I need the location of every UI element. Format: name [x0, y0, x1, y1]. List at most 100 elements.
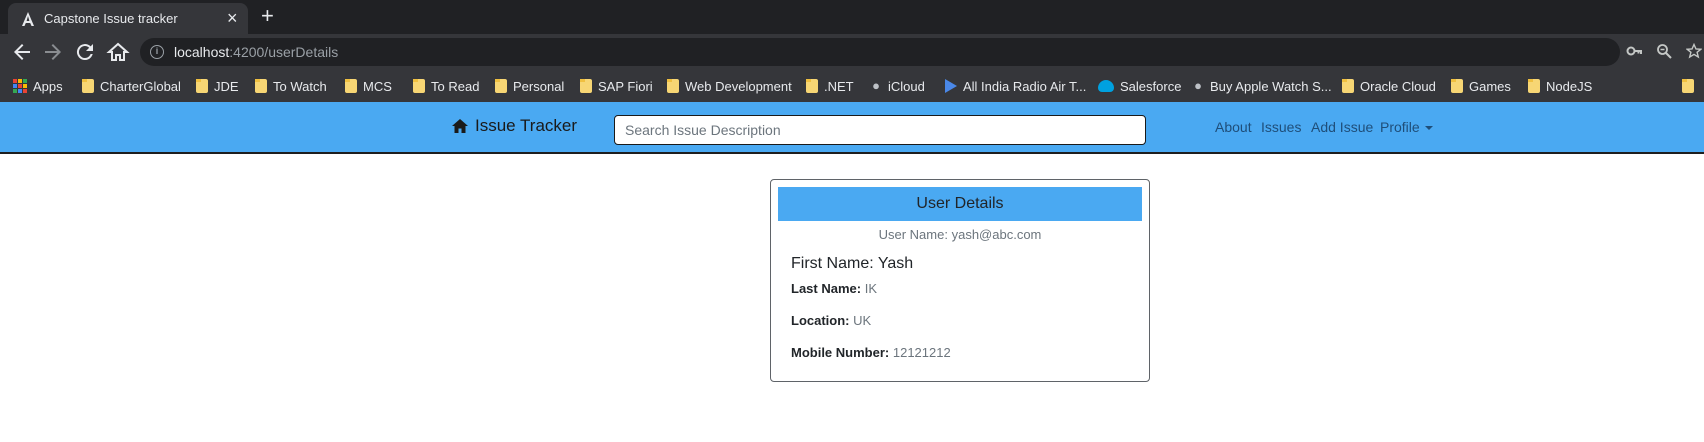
reload-icon[interactable]	[73, 40, 97, 64]
card-header: User Details	[778, 187, 1142, 221]
bookmark-label: Personal	[513, 78, 565, 94]
folder-icon	[255, 79, 267, 93]
bookmark-folder-sap-fiori[interactable]: SAP Fiori	[580, 77, 653, 95]
bookmark-folder-games[interactable]: Games	[1451, 77, 1511, 95]
folder-icon	[1451, 79, 1463, 93]
bookmarks-bar: Apps CharterGlobal JDE To Watch MCS To R…	[0, 70, 1704, 102]
first-name-value: Yash	[877, 255, 914, 272]
angular-favicon-icon	[22, 12, 34, 26]
nav-link-add-issue[interactable]: Add Issue	[1311, 119, 1373, 135]
bookmark-label: To Watch	[273, 78, 327, 94]
bookmark-label: MCS	[363, 78, 392, 94]
bookmark-label: .NET	[824, 78, 854, 94]
star-bookmark-icon[interactable]	[1685, 42, 1703, 64]
bookmark-overflow-folder[interactable]	[1682, 77, 1694, 95]
zoom-icon[interactable]	[1656, 43, 1672, 64]
last-name-label: Last Name:	[791, 281, 862, 296]
bookmark-folder-jde[interactable]: JDE	[196, 77, 239, 95]
browser-toolbar: i localhost:4200/userDetails	[0, 34, 1704, 70]
bookmark-label: All India Radio Air T...	[963, 78, 1087, 94]
bookmark-folder-personal[interactable]: Personal	[495, 77, 564, 95]
home-icon	[452, 119, 468, 133]
folder-icon	[82, 79, 94, 93]
folder-icon	[806, 79, 818, 93]
last-name-value: IK	[864, 281, 877, 296]
folder-icon	[345, 79, 357, 93]
bookmark-folder-oracle-cloud[interactable]: Oracle Cloud	[1342, 77, 1436, 95]
bookmark-label: Salesforce	[1120, 78, 1182, 94]
mobile-row: Mobile Number: 12121212	[791, 345, 951, 360]
mobile-label: Mobile Number:	[791, 345, 890, 360]
bookmark-folder-nodejs[interactable]: NodeJS	[1528, 77, 1592, 95]
folder-icon	[495, 79, 507, 93]
profile-label: Profile	[1380, 119, 1420, 135]
last-name-row: Last Name: IK	[791, 281, 877, 296]
bookmark-label: Buy Apple Watch S...	[1210, 78, 1332, 94]
bookmark-label: Apps	[33, 78, 63, 94]
bookmark-label: SAP Fiori	[598, 78, 653, 94]
bookmark-folder-mcs[interactable]: MCS	[345, 77, 392, 95]
bookmark-folder-to-watch[interactable]: To Watch	[255, 77, 327, 95]
bookmark-folder-web-development[interactable]: Web Development	[667, 77, 792, 95]
browser-tab-active[interactable]: Capstone Issue tracker ×	[8, 3, 248, 34]
folder-icon	[667, 79, 679, 93]
url-path: :4200/userDetails	[229, 44, 339, 60]
bookmark-label: JDE	[214, 78, 239, 94]
search-input[interactable]	[614, 115, 1146, 145]
navbar-brand[interactable]: Issue Tracker	[451, 116, 577, 136]
user-name-label: User Name:	[878, 227, 948, 242]
bookmark-label: Oracle Cloud	[1360, 78, 1436, 94]
forward-arrow-icon[interactable]	[41, 40, 65, 64]
bookmark-folder-charterglobal[interactable]: CharterGlobal	[82, 77, 181, 95]
bookmark-buy-apple-watch[interactable]: ● Buy Apple Watch S...	[1192, 77, 1332, 95]
brand-label: Issue Tracker	[475, 116, 578, 135]
bookmark-label: iCloud	[888, 78, 925, 94]
apple-icon: ●	[1194, 78, 1202, 93]
tab-close-icon[interactable]: ×	[227, 9, 238, 27]
tab-title: Capstone Issue tracker	[44, 11, 178, 26]
location-label: Location:	[791, 313, 850, 328]
bookmark-folder-dotnet[interactable]: .NET	[806, 77, 854, 95]
url-host: localhost	[174, 44, 230, 60]
location-row: Location: UK	[791, 313, 871, 328]
bookmark-folder-to-read[interactable]: To Read	[413, 77, 479, 95]
first-name-label: First Name:	[791, 255, 874, 272]
bookmark-label: Web Development	[685, 78, 792, 94]
bookmark-label: NodeJS	[1546, 78, 1593, 94]
nav-link-issues[interactable]: Issues	[1261, 119, 1301, 135]
mobile-value: 12121212	[892, 345, 951, 360]
bookmark-label: CharterGlobal	[100, 78, 181, 94]
browser-tabstrip: Capstone Issue tracker × +	[0, 0, 1704, 34]
app-navbar: Issue Tracker About Issues Add Issue Pro…	[0, 102, 1704, 154]
salesforce-cloud-icon	[1098, 80, 1114, 92]
bookmark-icloud[interactable]: ● iCloud	[870, 77, 925, 95]
nav-link-about[interactable]: About	[1215, 119, 1252, 135]
nav-link-profile-dropdown[interactable]: Profile	[1380, 119, 1433, 135]
home-icon[interactable]	[106, 40, 130, 64]
bookmark-all-india-radio[interactable]: All India Radio Air T...	[945, 77, 1086, 95]
apps-grid-icon	[13, 79, 27, 93]
first-name-line: First Name: Yash	[791, 255, 913, 273]
folder-icon	[580, 79, 592, 93]
url-text: localhost:4200/userDetails	[174, 44, 338, 60]
folder-icon	[1528, 79, 1540, 93]
folder-icon	[1342, 79, 1354, 93]
bookmark-apps[interactable]: Apps	[13, 77, 63, 95]
back-arrow-icon[interactable]	[10, 40, 34, 64]
caret-down-icon	[1424, 126, 1433, 131]
folder-icon	[413, 79, 425, 93]
new-tab-button[interactable]: +	[261, 4, 274, 28]
user-details-card: User Details User Name: yash@abc.com Fir…	[770, 179, 1150, 382]
bookmark-salesforce[interactable]: Salesforce	[1098, 77, 1181, 95]
bookmark-label: Games	[1469, 78, 1511, 94]
user-name-line: User Name: yash@abc.com	[771, 227, 1149, 242]
address-bar[interactable]: i localhost:4200/userDetails	[140, 38, 1620, 66]
key-icon[interactable]	[1626, 43, 1642, 64]
play-triangle-icon	[945, 79, 957, 93]
user-name-value: yash@abc.com	[951, 227, 1042, 242]
location-value: UK	[853, 313, 872, 328]
folder-icon	[1682, 79, 1694, 93]
apple-icon: ●	[872, 78, 880, 93]
bookmark-label: To Read	[431, 78, 480, 94]
site-info-icon[interactable]: i	[150, 45, 164, 59]
